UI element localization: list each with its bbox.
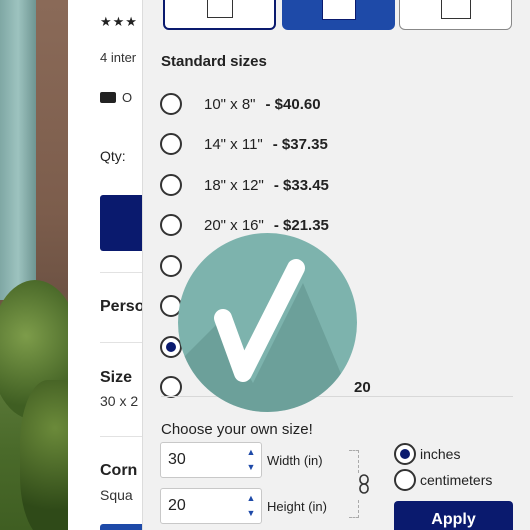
product-photo — [0, 0, 68, 530]
size-option-price: - $33.45 — [273, 176, 329, 194]
height-input[interactable]: 20 ▲ ▼ — [160, 488, 262, 524]
width-value[interactable]: 30 — [161, 451, 241, 469]
truck-icon — [100, 92, 116, 103]
size-option[interactable]: 18" x 12" - $33.45 — [160, 173, 329, 197]
corners-heading[interactable]: Corn — [100, 462, 137, 480]
size-heading[interactable]: Size — [100, 369, 132, 387]
personalize-heading[interactable]: Perso — [100, 298, 144, 316]
photo-door — [0, 0, 36, 300]
orientation-portrait-button[interactable] — [163, 0, 276, 30]
height-label: Height (in) — [267, 499, 327, 514]
shipping-text: O — [122, 90, 133, 105]
rating-stars: ★★★ — [100, 14, 138, 29]
height-value[interactable]: 20 — [161, 497, 241, 515]
apply-button[interactable]: Apply — [394, 501, 513, 530]
size-option-price: - $40.60 — [265, 95, 321, 113]
orientation-square-button[interactable] — [399, 0, 512, 30]
unit-option-inches[interactable]: inches — [394, 443, 460, 465]
width-label: Width (in) — [267, 453, 323, 468]
unit-label: inches — [420, 446, 461, 462]
qty-label: Qty: — [100, 148, 126, 164]
spin-down-icon[interactable]: ▼ — [247, 509, 256, 518]
size-value: 30 x 2 — [100, 393, 139, 409]
size-option-label: 14" x 11" — [204, 135, 263, 153]
link-icon[interactable] — [358, 474, 370, 499]
square-icon — [440, 0, 471, 19]
spin-up-icon[interactable]: ▲ — [247, 448, 256, 457]
orientation-landscape-button[interactable] — [282, 0, 395, 30]
size-radio[interactable] — [160, 174, 182, 196]
size-radio[interactable] — [160, 133, 182, 155]
size-option[interactable]: 10" x 8" - $40.60 — [160, 92, 321, 116]
product-details: ★★★ 4 inter O Qty: Perso Size 30 x 2 Cor… — [68, 0, 160, 530]
photo-bush — [20, 380, 68, 530]
height-stepper[interactable]: ▲ ▼ — [241, 489, 261, 523]
size-option-price: - $37.35 — [272, 135, 328, 153]
size-option[interactable]: 14" x 11" - $37.35 — [160, 132, 328, 156]
spin-up-icon[interactable]: ▲ — [247, 494, 256, 503]
unit-radio-checked[interactable] — [394, 443, 416, 465]
corners-value: Squa — [100, 487, 133, 503]
shipping-info: O — [100, 90, 132, 105]
size-option-price: - $21.35 — [273, 216, 329, 234]
portrait-icon — [206, 0, 233, 18]
size-option-label: 20" x 16" — [204, 216, 264, 234]
reviews-link[interactable]: 4 inter — [100, 50, 136, 65]
unit-option-centimeters[interactable]: centimeters — [394, 469, 492, 491]
checkmark-arrow-icon — [178, 233, 357, 412]
standard-sizes-title: Standard sizes — [161, 53, 267, 70]
custom-size-title: Choose your own size! — [161, 421, 313, 438]
size-option-label: 18" x 12" — [204, 176, 264, 194]
width-stepper[interactable]: ▲ ▼ — [241, 443, 261, 477]
unit-radio[interactable] — [394, 469, 416, 491]
size-option-label: 10" x 8" — [204, 95, 256, 113]
size-radio[interactable] — [160, 93, 182, 115]
unit-label: centimeters — [420, 472, 493, 488]
landscape-icon — [321, 0, 356, 20]
width-input[interactable]: 30 ▲ ▼ — [160, 442, 262, 478]
spin-down-icon[interactable]: ▼ — [247, 463, 256, 472]
